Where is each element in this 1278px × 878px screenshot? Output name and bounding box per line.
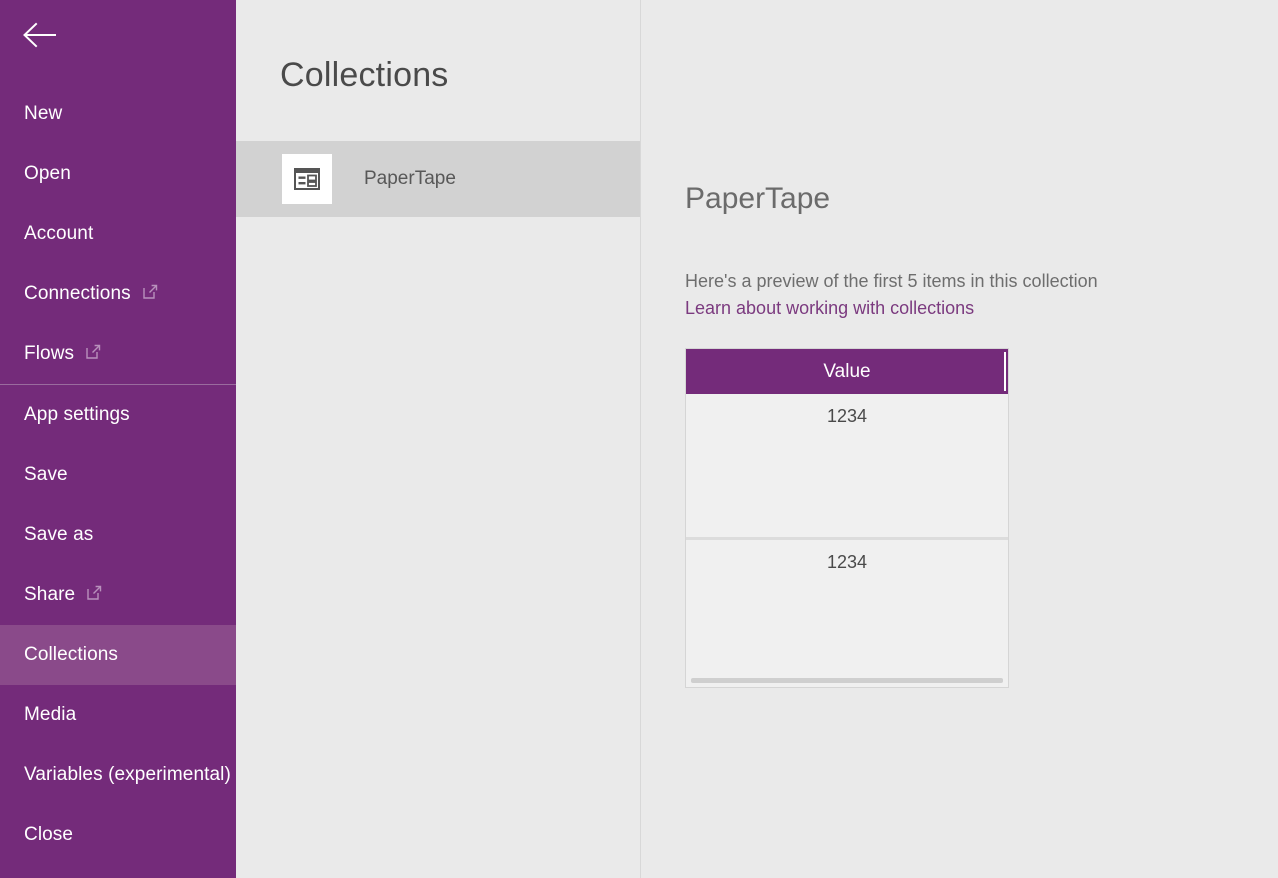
sidebar-item-save[interactable]: Save (0, 445, 236, 505)
detail-title: PaperTape (641, 0, 1278, 216)
sidebar-item-label: New (24, 103, 62, 125)
sidebar-item-label: Media (24, 704, 76, 726)
sidebar-item-save-as[interactable]: Save as (0, 505, 236, 565)
sidebar-item-label: Save as (24, 524, 93, 546)
column-resize-handle[interactable] (1004, 352, 1006, 391)
sidebar-item-open[interactable]: Open (0, 144, 236, 204)
sidebar-item-label: Flows (24, 343, 74, 365)
sidebar-item-new[interactable]: New (0, 84, 236, 144)
collections-list: PaperTape (236, 141, 640, 217)
learn-about-collections-link[interactable]: Learn about working with collections (641, 290, 1278, 319)
sidebar-item-label: Open (24, 163, 71, 185)
collection-detail-pane: PaperTape Here's a preview of the first … (641, 0, 1278, 878)
external-link-icon (86, 343, 101, 358)
table-row[interactable]: 1234 (686, 394, 1008, 537)
table-body: 1234 1234 (686, 394, 1008, 680)
back-button[interactable] (4, 0, 74, 70)
sidebar-item-label: Save (24, 464, 68, 486)
list-item-label: PaperTape (364, 168, 456, 190)
external-link-icon (87, 584, 102, 599)
table-row[interactable]: 1234 (686, 537, 1008, 680)
sidebar-item-app-settings[interactable]: App settings (0, 385, 236, 445)
table-cell-value: 1234 (827, 406, 867, 537)
list-item[interactable]: PaperTape (236, 141, 640, 217)
sidebar-item-label: Connections (24, 283, 131, 305)
sidebar-item-label: App settings (24, 404, 130, 426)
sidebar-item-collections[interactable]: Collections (0, 625, 236, 685)
table-header-row: Value (686, 349, 1008, 394)
sidebar-item-label: Variables (experimental) (24, 764, 231, 786)
sidebar-item-label: Close (24, 824, 73, 846)
sidebar-nav-list: New Open Account Connections (0, 84, 236, 865)
sidebar-item-flows[interactable]: Flows (0, 324, 236, 384)
table-grid-icon (282, 154, 332, 204)
sidebar-item-close[interactable]: Close (0, 805, 236, 865)
collections-list-panel: Collections PaperTape (236, 0, 641, 878)
table-column-header-value[interactable]: Value (823, 361, 870, 383)
external-link-icon (143, 283, 158, 298)
horizontal-scrollbar[interactable] (691, 678, 1003, 683)
detail-description: Here's a preview of the first 5 items in… (641, 216, 1278, 290)
back-arrow-icon (19, 20, 59, 50)
sidebar-item-share[interactable]: Share (0, 565, 236, 625)
sidebar-item-account[interactable]: Account (0, 204, 236, 264)
sidebar-item-connections[interactable]: Connections (0, 264, 236, 324)
sidebar-item-label: Share (24, 584, 75, 606)
sidebar-item-media[interactable]: Media (0, 685, 236, 745)
table-cell-value: 1234 (827, 552, 867, 680)
sidebar-item-label: Collections (24, 644, 118, 666)
collection-preview-table: Value 1234 1234 (685, 348, 1009, 688)
sidebar-item-label: Account (24, 223, 93, 245)
sidebar-item-variables[interactable]: Variables (experimental) (0, 745, 236, 805)
app-root: New Open Account Connections (0, 0, 1278, 878)
page-title: Collections (236, 0, 640, 95)
sidebar: New Open Account Connections (0, 0, 236, 878)
